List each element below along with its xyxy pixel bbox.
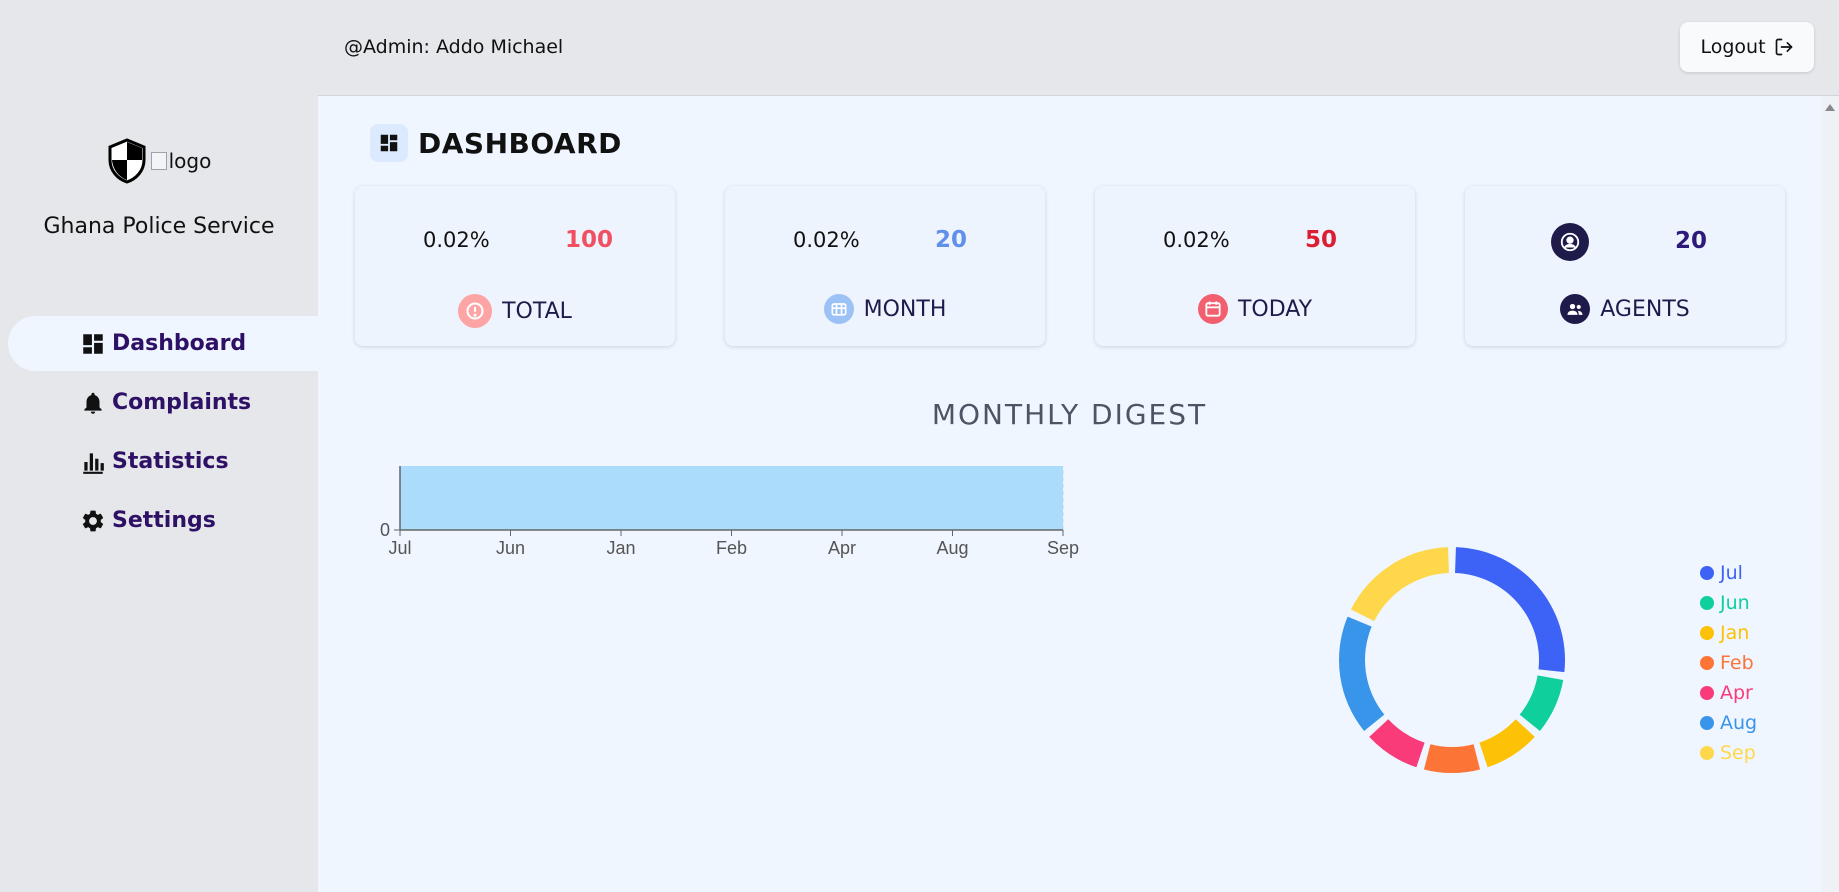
calendar-icon: [1197, 294, 1228, 324]
donut-chart: [1339, 547, 1565, 773]
sidebar-item-label: Dashboard: [112, 331, 247, 356]
logout-button[interactable]: Logout: [1680, 22, 1814, 72]
x-tick-label: Jan: [606, 538, 635, 558]
legend-item-jan[interactable]: Jan: [1700, 618, 1757, 648]
top-bar: @Admin: Addo Michael Logout: [318, 0, 1839, 96]
alert-circle-icon: [458, 294, 493, 328]
card-value: 20: [1675, 228, 1708, 254]
x-tick-label: Jun: [496, 538, 525, 558]
card-value: 50: [1305, 227, 1338, 253]
page-title-text: DASHBOARD: [418, 126, 622, 160]
sidebar-item-complaints[interactable]: Complaints: [8, 375, 318, 430]
donut-slice-jul[interactable]: [1455, 547, 1565, 673]
donut-slice-sep[interactable]: [1350, 547, 1449, 622]
scroll-up-arrow-icon[interactable]: [1825, 104, 1835, 111]
shield-icon: [108, 138, 146, 184]
logout-label: Logout: [1700, 36, 1766, 58]
legend-dot: [1700, 716, 1714, 730]
card-label: AGENTS: [1600, 296, 1690, 322]
legend-item-aug[interactable]: Aug: [1700, 708, 1757, 738]
legend-label: Jun: [1720, 592, 1750, 614]
page-title: DASHBOARD: [370, 124, 622, 162]
logout-icon: [1775, 38, 1792, 56]
stat-card-today: 0.02% 50 TODAY: [1095, 186, 1415, 346]
main-content: DASHBOARD 0.02% 100 TOTAL 0.02% 20 MONTH…: [318, 96, 1821, 892]
stat-card-month: 0.02% 20 MONTH: [725, 186, 1045, 346]
card-percentage: 0.02%: [1163, 228, 1230, 252]
legend-dot: [1700, 686, 1714, 700]
sidebar: logo Ghana Police Service Dashboard Comp…: [0, 0, 318, 892]
card-value: 100: [565, 227, 614, 253]
card-percentage: 0.02%: [793, 228, 860, 252]
x-tick-label: Sep: [1047, 538, 1079, 558]
logo-alt-text: logo: [168, 149, 212, 173]
y-tick-label: 0: [380, 520, 390, 540]
legend-item-feb[interactable]: Feb: [1700, 648, 1757, 678]
legend-item-jul[interactable]: Jul: [1700, 558, 1757, 588]
sidebar-item-label: Settings: [112, 508, 216, 533]
card-label: TODAY: [1237, 296, 1313, 322]
logo-image: logo: [150, 149, 212, 173]
area-fill: [400, 466, 1063, 530]
donut-slice-feb[interactable]: [1423, 744, 1481, 773]
x-tick-label: Apr: [828, 538, 856, 558]
section-title: MONTHLY DIGEST: [931, 398, 1208, 431]
legend-label: Sep: [1720, 742, 1756, 764]
card-value: 20: [935, 227, 968, 253]
legend-label: Jul: [1720, 562, 1743, 584]
sidebar-item-statistics[interactable]: Statistics: [8, 434, 318, 489]
x-tick-label: Aug: [936, 538, 968, 558]
card-percentage: 0.02%: [423, 228, 490, 252]
legend-dot: [1700, 566, 1714, 580]
donut-slice-aug[interactable]: [1339, 616, 1385, 731]
sidebar-item-label: Statistics: [112, 449, 229, 474]
chart-legend: Jul Jun Jan Feb Apr Aug Sep: [1700, 558, 1757, 768]
donut-slice-jun[interactable]: [1519, 675, 1564, 731]
gear-icon: [82, 510, 104, 531]
admin-name: @Admin: Addo Michael: [344, 36, 564, 58]
donut-slice-jan[interactable]: [1479, 719, 1535, 768]
sidebar-item-label: Complaints: [112, 390, 252, 415]
x-tick-label: Feb: [716, 538, 747, 558]
legend-label: Apr: [1720, 682, 1753, 704]
legend-label: Jan: [1720, 622, 1750, 644]
legend-dot: [1700, 746, 1714, 760]
broken-image-icon: [150, 152, 167, 170]
brand-name: Ghana Police Service: [43, 214, 275, 239]
sidebar-item-dashboard[interactable]: Dashboard: [8, 316, 318, 371]
legend-dot: [1700, 596, 1714, 610]
legend-item-apr[interactable]: Apr: [1700, 678, 1757, 708]
brand: logo Ghana Police Service: [0, 138, 318, 239]
user-circle-icon: [1551, 223, 1589, 261]
dashboard-title-icon: [370, 124, 408, 162]
sidebar-nav: Dashboard Complaints Statistics Settings: [8, 316, 318, 552]
legend-dot: [1700, 626, 1714, 640]
donut-slice-apr[interactable]: [1369, 719, 1425, 768]
legend-label: Feb: [1720, 652, 1754, 674]
bell-icon: [84, 392, 102, 414]
card-label: TOTAL: [502, 298, 572, 324]
scrollbar[interactable]: [1821, 96, 1839, 892]
stat-card-total: 0.02% 100 TOTAL: [355, 186, 675, 346]
card-label: MONTH: [863, 296, 947, 322]
x-tick-label: Jul: [388, 538, 411, 558]
legend-dot: [1700, 656, 1714, 670]
legend-item-sep[interactable]: Sep: [1700, 738, 1757, 768]
calendar-grid-icon: [823, 294, 854, 324]
sidebar-item-settings[interactable]: Settings: [8, 493, 318, 548]
stat-card-agents: 20 AGENTS: [1465, 186, 1785, 346]
brand-logo: logo: [0, 138, 318, 184]
users-icon: [1560, 294, 1591, 324]
dashboard-icon: [83, 333, 103, 354]
legend-label: Aug: [1720, 712, 1758, 734]
area-chart: 00.751.52.253JulJunJanFebAprAugSep: [380, 466, 1079, 558]
bar-chart-icon: [83, 452, 104, 474]
legend-item-jun[interactable]: Jun: [1700, 588, 1757, 618]
